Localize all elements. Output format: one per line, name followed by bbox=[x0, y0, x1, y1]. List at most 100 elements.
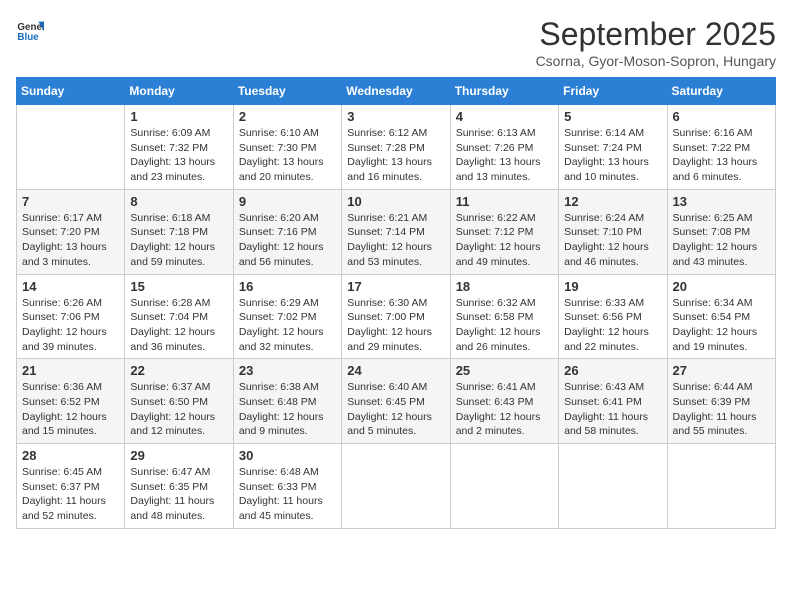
day-info: Sunrise: 6:22 AMSunset: 7:12 PMDaylight:… bbox=[456, 211, 553, 270]
day-number: 1 bbox=[130, 109, 227, 124]
day-number: 30 bbox=[239, 448, 336, 463]
day-info: Sunrise: 6:36 AMSunset: 6:52 PMDaylight:… bbox=[22, 380, 119, 439]
day-number: 5 bbox=[564, 109, 661, 124]
calendar-cell: 23Sunrise: 6:38 AMSunset: 6:48 PMDayligh… bbox=[233, 359, 341, 444]
day-number: 4 bbox=[456, 109, 553, 124]
day-info: Sunrise: 6:26 AMSunset: 7:06 PMDaylight:… bbox=[22, 296, 119, 355]
calendar-cell: 28 Sunrise: 6:45 AMSunset: 6:37 PMDayligh… bbox=[17, 444, 125, 529]
calendar-cell: 8 Sunrise: 6:18 AMSunset: 7:18 PMDaylight… bbox=[125, 189, 233, 274]
calendar-cell: 6 Sunrise: 6:16 AMSunset: 7:22 PMDaylight… bbox=[667, 105, 775, 190]
calendar-cell: 17 Sunrise: 6:30 AMSunset: 7:00 PMDayligh… bbox=[342, 274, 450, 359]
day-info: Sunrise: 6:13 AMSunset: 7:26 PMDaylight:… bbox=[456, 126, 553, 185]
subtitle: Csorna, Gyor-Moson-Sopron, Hungary bbox=[536, 53, 776, 69]
day-info: Sunrise: 6:21 AMSunset: 7:14 PMDaylight:… bbox=[347, 211, 444, 270]
day-info: Sunrise: 6:09 AMSunset: 7:32 PMDaylight:… bbox=[130, 126, 227, 185]
day-info: Sunrise: 6:14 AMSunset: 7:24 PMDaylight:… bbox=[564, 126, 661, 185]
calendar-cell: 30 Sunrise: 6:48 AMSunset: 6:33 PMDayligh… bbox=[233, 444, 341, 529]
calendar-cell: 5 Sunrise: 6:14 AMSunset: 7:24 PMDaylight… bbox=[559, 105, 667, 190]
calendar-cell: 9 Sunrise: 6:20 AMSunset: 7:16 PMDaylight… bbox=[233, 189, 341, 274]
day-info: Sunrise: 6:40 AMSunset: 6:45 PMDaylight:… bbox=[347, 380, 444, 439]
day-number: 26 bbox=[564, 363, 661, 378]
calendar-cell: 7 Sunrise: 6:17 AMSunset: 7:20 PMDaylight… bbox=[17, 189, 125, 274]
day-number: 6 bbox=[673, 109, 770, 124]
day-info: Sunrise: 6:18 AMSunset: 7:18 PMDaylight:… bbox=[130, 211, 227, 270]
day-number: 7 bbox=[22, 194, 119, 209]
day-number: 14 bbox=[22, 279, 119, 294]
day-number: 11 bbox=[456, 194, 553, 209]
month-title: September 2025 bbox=[536, 16, 776, 53]
calendar-cell: 4 Sunrise: 6:13 AMSunset: 7:26 PMDaylight… bbox=[450, 105, 558, 190]
day-number: 27 bbox=[673, 363, 770, 378]
day-number: 8 bbox=[130, 194, 227, 209]
calendar-cell: 25Sunrise: 6:41 AMSunset: 6:43 PMDayligh… bbox=[450, 359, 558, 444]
calendar-cell: 27Sunrise: 6:44 AMSunset: 6:39 PMDayligh… bbox=[667, 359, 775, 444]
header-row: SundayMondayTuesdayWednesdayThursdayFrid… bbox=[17, 78, 776, 105]
day-info: Sunrise: 6:24 AMSunset: 7:10 PMDaylight:… bbox=[564, 211, 661, 270]
calendar-cell: 22Sunrise: 6:37 AMSunset: 6:50 PMDayligh… bbox=[125, 359, 233, 444]
week-row-4: 21Sunrise: 6:36 AMSunset: 6:52 PMDayligh… bbox=[17, 359, 776, 444]
day-info: Sunrise: 6:20 AMSunset: 7:16 PMDaylight:… bbox=[239, 211, 336, 270]
week-row-3: 14 Sunrise: 6:26 AMSunset: 7:06 PMDayligh… bbox=[17, 274, 776, 359]
calendar-cell: 2Sunrise: 6:10 AMSunset: 7:30 PMDaylight… bbox=[233, 105, 341, 190]
calendar-cell: 11 Sunrise: 6:22 AMSunset: 7:12 PMDayligh… bbox=[450, 189, 558, 274]
calendar-body: 1 Sunrise: 6:09 AMSunset: 7:32 PMDaylight… bbox=[17, 105, 776, 529]
day-info: Sunrise: 6:43 AMSunset: 6:41 PMDaylight:… bbox=[564, 380, 661, 439]
day-number: 17 bbox=[347, 279, 444, 294]
header-day-sunday: Sunday bbox=[17, 78, 125, 105]
day-info: Sunrise: 6:17 AMSunset: 7:20 PMDaylight:… bbox=[22, 211, 119, 270]
calendar-cell: 1 Sunrise: 6:09 AMSunset: 7:32 PMDaylight… bbox=[125, 105, 233, 190]
day-number: 20 bbox=[673, 279, 770, 294]
day-number: 29 bbox=[130, 448, 227, 463]
calendar-cell: 15 Sunrise: 6:28 AMSunset: 7:04 PMDayligh… bbox=[125, 274, 233, 359]
day-number: 13 bbox=[673, 194, 770, 209]
calendar-cell: 21Sunrise: 6:36 AMSunset: 6:52 PMDayligh… bbox=[17, 359, 125, 444]
day-info: Sunrise: 6:30 AMSunset: 7:00 PMDaylight:… bbox=[347, 296, 444, 355]
calendar-cell: 20Sunrise: 6:34 AMSunset: 6:54 PMDayligh… bbox=[667, 274, 775, 359]
calendar-header: SundayMondayTuesdayWednesdayThursdayFrid… bbox=[17, 78, 776, 105]
calendar-cell: 12Sunrise: 6:24 AMSunset: 7:10 PMDayligh… bbox=[559, 189, 667, 274]
day-info: Sunrise: 6:41 AMSunset: 6:43 PMDaylight:… bbox=[456, 380, 553, 439]
header: General Blue September 2025 Csorna, Gyor… bbox=[16, 16, 776, 69]
calendar-cell bbox=[559, 444, 667, 529]
day-number: 3 bbox=[347, 109, 444, 124]
calendar-cell bbox=[667, 444, 775, 529]
calendar-cell: 29 Sunrise: 6:47 AMSunset: 6:35 PMDayligh… bbox=[125, 444, 233, 529]
day-number: 10 bbox=[347, 194, 444, 209]
title-area: September 2025 Csorna, Gyor-Moson-Sopron… bbox=[536, 16, 776, 69]
day-info: Sunrise: 6:47 AMSunset: 6:35 PMDaylight:… bbox=[130, 465, 227, 524]
calendar-cell bbox=[450, 444, 558, 529]
day-info: Sunrise: 6:16 AMSunset: 7:22 PMDaylight:… bbox=[673, 126, 770, 185]
header-day-tuesday: Tuesday bbox=[233, 78, 341, 105]
calendar-cell: 26 Sunrise: 6:43 AMSunset: 6:41 PMDayligh… bbox=[559, 359, 667, 444]
week-row-5: 28 Sunrise: 6:45 AMSunset: 6:37 PMDayligh… bbox=[17, 444, 776, 529]
calendar-table: SundayMondayTuesdayWednesdayThursdayFrid… bbox=[16, 77, 776, 529]
day-number: 24 bbox=[347, 363, 444, 378]
header-day-thursday: Thursday bbox=[450, 78, 558, 105]
calendar-cell: 14 Sunrise: 6:26 AMSunset: 7:06 PMDayligh… bbox=[17, 274, 125, 359]
day-number: 28 bbox=[22, 448, 119, 463]
calendar-cell: 18Sunrise: 6:32 AMSunset: 6:58 PMDayligh… bbox=[450, 274, 558, 359]
header-day-monday: Monday bbox=[125, 78, 233, 105]
header-day-wednesday: Wednesday bbox=[342, 78, 450, 105]
calendar-cell: 24 Sunrise: 6:40 AMSunset: 6:45 PMDayligh… bbox=[342, 359, 450, 444]
header-day-saturday: Saturday bbox=[667, 78, 775, 105]
day-info: Sunrise: 6:33 AMSunset: 6:56 PMDaylight:… bbox=[564, 296, 661, 355]
day-number: 22 bbox=[130, 363, 227, 378]
day-info: Sunrise: 6:32 AMSunset: 6:58 PMDaylight:… bbox=[456, 296, 553, 355]
calendar-cell bbox=[342, 444, 450, 529]
day-number: 2 bbox=[239, 109, 336, 124]
svg-text:Blue: Blue bbox=[17, 32, 39, 43]
day-number: 16 bbox=[239, 279, 336, 294]
calendar-cell: 16Sunrise: 6:29 AMSunset: 7:02 PMDayligh… bbox=[233, 274, 341, 359]
day-number: 9 bbox=[239, 194, 336, 209]
day-info: Sunrise: 6:48 AMSunset: 6:33 PMDaylight:… bbox=[239, 465, 336, 524]
logo: General Blue bbox=[16, 16, 44, 44]
day-info: Sunrise: 6:28 AMSunset: 7:04 PMDaylight:… bbox=[130, 296, 227, 355]
day-number: 19 bbox=[564, 279, 661, 294]
week-row-1: 1 Sunrise: 6:09 AMSunset: 7:32 PMDaylight… bbox=[17, 105, 776, 190]
day-info: Sunrise: 6:45 AMSunset: 6:37 PMDaylight:… bbox=[22, 465, 119, 524]
day-info: Sunrise: 6:25 AMSunset: 7:08 PMDaylight:… bbox=[673, 211, 770, 270]
calendar-cell: 10 Sunrise: 6:21 AMSunset: 7:14 PMDayligh… bbox=[342, 189, 450, 274]
day-number: 15 bbox=[130, 279, 227, 294]
calendar-cell: 13 Sunrise: 6:25 AMSunset: 7:08 PMDayligh… bbox=[667, 189, 775, 274]
